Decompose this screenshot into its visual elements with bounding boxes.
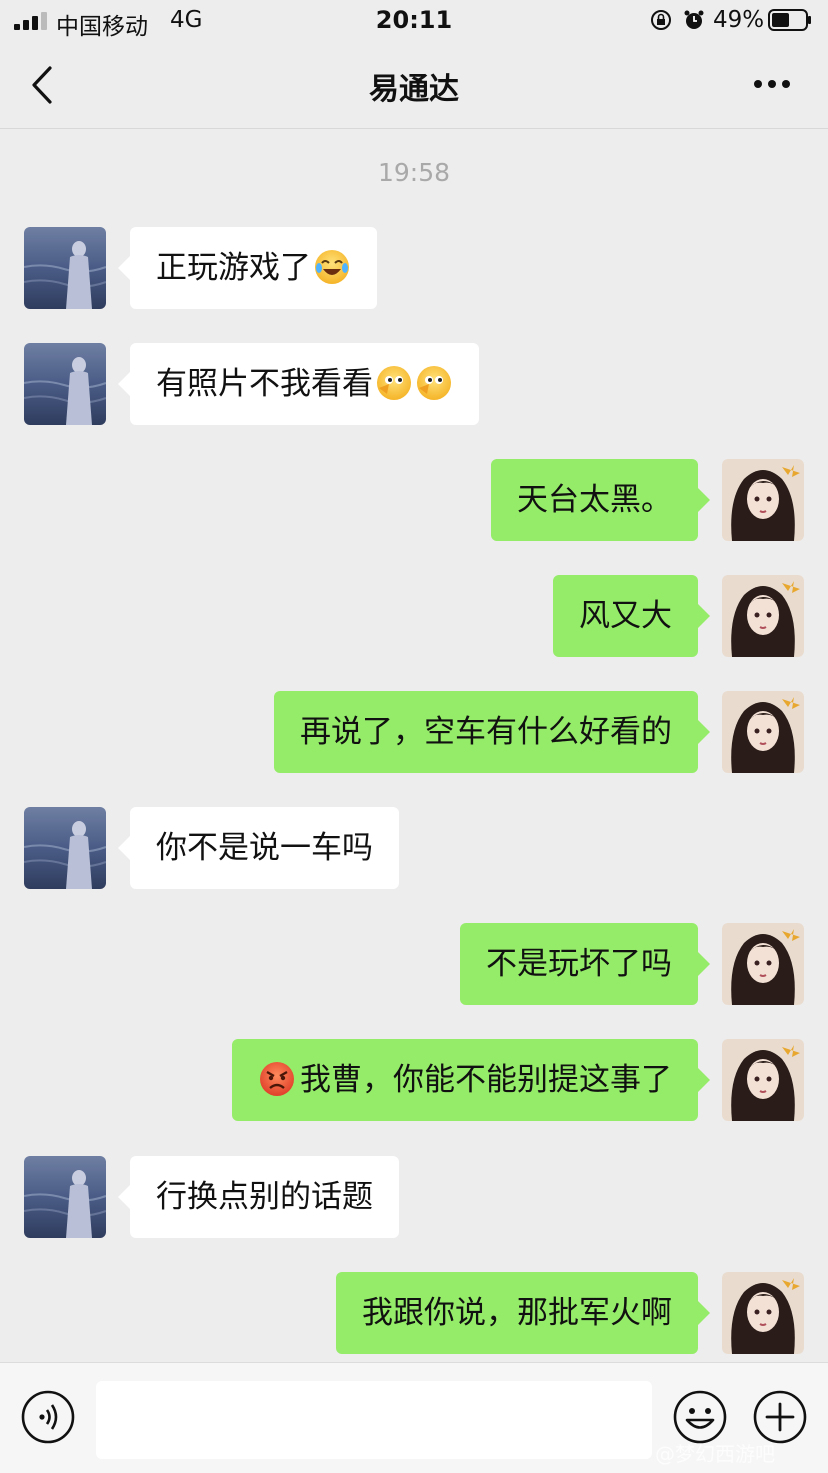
- message-input[interactable]: [96, 1381, 652, 1459]
- user-avatar[interactable]: [722, 691, 804, 773]
- outgoing-message[interactable]: 风又大: [553, 575, 710, 657]
- message-text: 不是玩坏了吗: [486, 946, 672, 982]
- message-text: 我曹，你能不能别提这事了: [300, 1062, 672, 1098]
- incoming-message[interactable]: 行换点别的话题: [118, 1156, 399, 1238]
- status-bar: 中国移动 4G 20:11 49%: [0, 0, 828, 42]
- outgoing-message[interactable]: 我跟你说，那批军火啊: [336, 1272, 710, 1354]
- message-text: 我跟你说，那批军火啊: [362, 1295, 672, 1331]
- voice-icon[interactable]: [20, 1389, 76, 1445]
- chat-title: 易通达: [369, 72, 459, 107]
- rotation-lock-icon: [651, 10, 671, 30]
- outgoing-message[interactable]: 我曹，你能不能别提这事了: [232, 1039, 710, 1121]
- message-text: 行换点别的话题: [156, 1179, 373, 1215]
- angry-emoji-icon: [260, 1061, 294, 1096]
- peeking-emoji-icon: [417, 365, 451, 400]
- crying-laughing-emoji-icon: [315, 249, 349, 284]
- battery-icon: [768, 9, 811, 31]
- message-text: 正玩游戏了: [156, 250, 311, 286]
- emoji-smile-icon[interactable]: [672, 1389, 728, 1445]
- alarm-icon: [684, 10, 704, 29]
- user-avatar[interactable]: [722, 1272, 804, 1354]
- contact-avatar[interactable]: [24, 807, 106, 889]
- plus-icon[interactable]: [752, 1389, 808, 1445]
- user-avatar[interactable]: [722, 575, 804, 657]
- battery-percent: 49%: [713, 7, 765, 33]
- chat-header: 易通达: [0, 42, 828, 129]
- message-text: 天台太黑。: [517, 482, 672, 518]
- peeking-emoji-icon: [377, 365, 411, 400]
- outgoing-message[interactable]: 不是玩坏了吗: [460, 923, 710, 1005]
- message-text: 你不是说一车吗: [156, 830, 373, 866]
- outgoing-message[interactable]: 再说了，空车有什么好看的: [274, 691, 710, 773]
- message-text: 风又大: [579, 598, 672, 634]
- message-text: 有照片不我看看: [156, 366, 373, 402]
- contact-avatar[interactable]: [24, 1156, 106, 1238]
- message-timestamp: 19:58: [377, 158, 451, 187]
- more-options-icon[interactable]: [750, 72, 794, 96]
- message-text: 再说了，空车有什么好看的: [300, 714, 672, 750]
- user-avatar[interactable]: [722, 923, 804, 1005]
- contact-avatar[interactable]: [24, 343, 106, 425]
- outgoing-message[interactable]: 天台太黑。: [491, 459, 710, 541]
- user-avatar[interactable]: [722, 1039, 804, 1121]
- contact-avatar[interactable]: [24, 227, 106, 309]
- incoming-message[interactable]: 正玩游戏了: [118, 227, 377, 309]
- watermark: @梦幻西游吧: [655, 1442, 775, 1466]
- incoming-message[interactable]: 有照片不我看看: [118, 343, 479, 425]
- user-avatar[interactable]: [722, 459, 804, 541]
- incoming-message[interactable]: 你不是说一车吗: [118, 807, 399, 889]
